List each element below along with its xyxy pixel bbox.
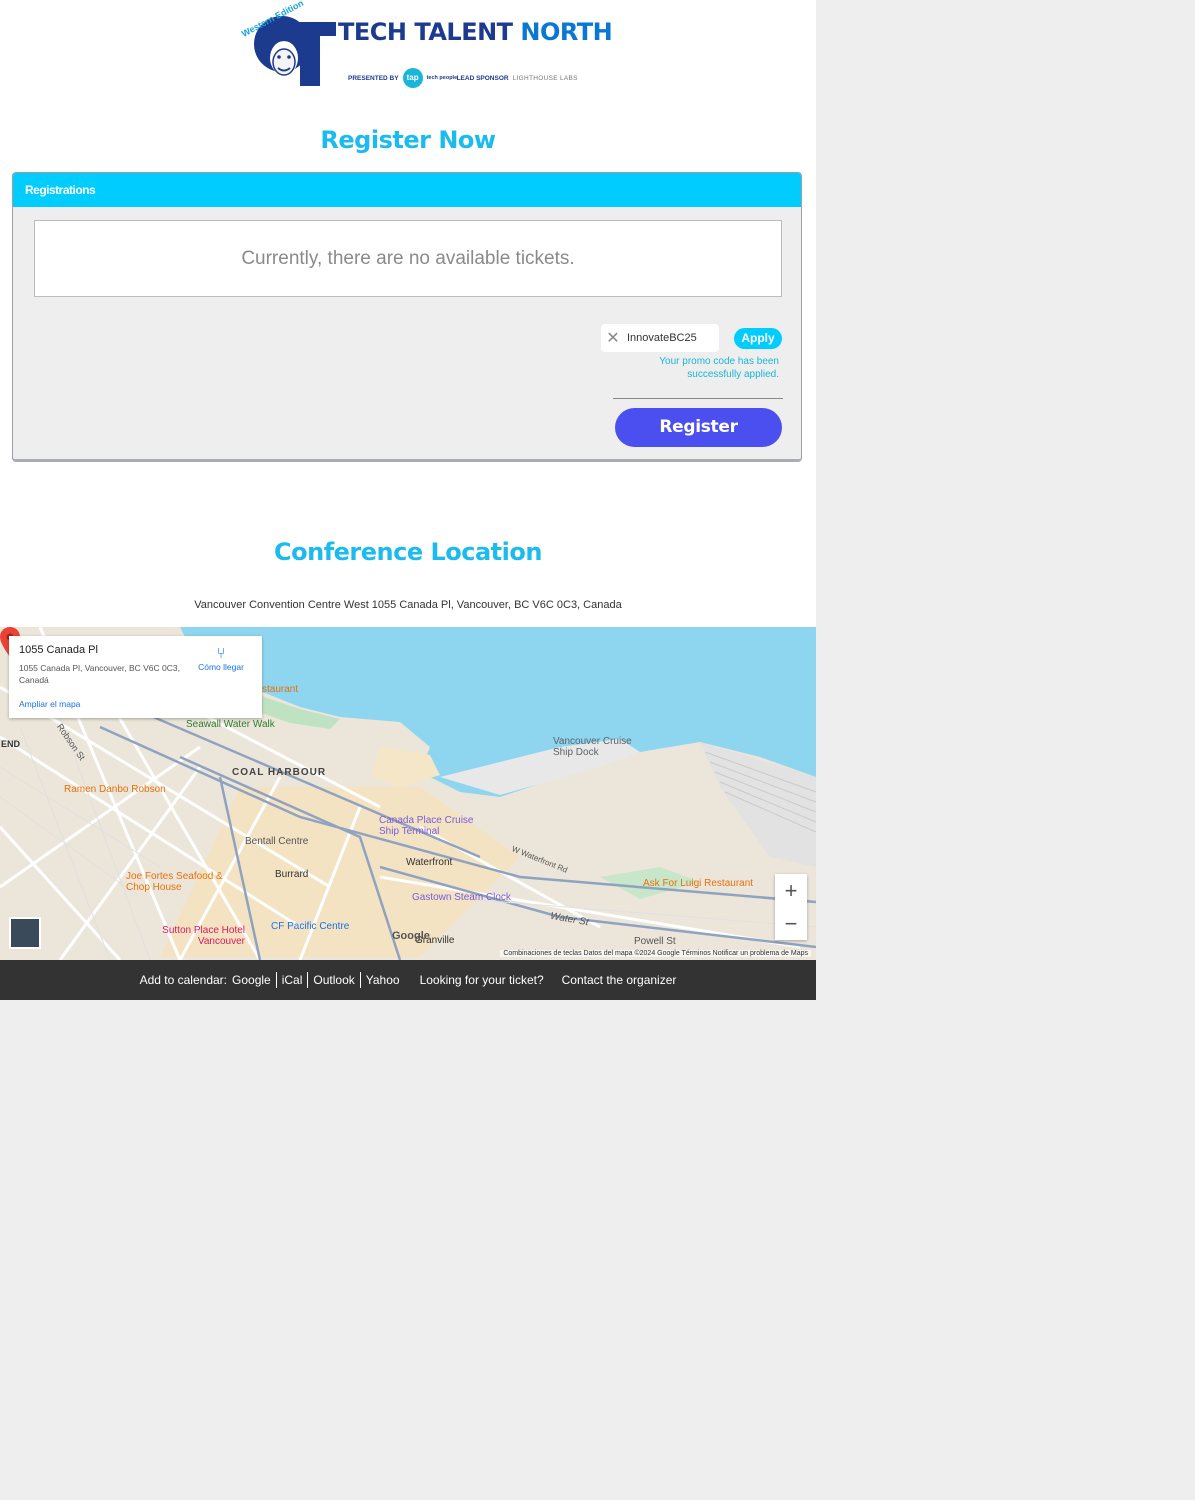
event-page: Western Edition TECH TALENT NORTH PRESEN…	[0, 0, 816, 1000]
lighthouse-labs-logo: LIGHTHOUSE LABS	[512, 74, 578, 82]
map-label[interactable]: Burrard	[275, 869, 308, 880]
place-address: 1055 Canada Pl, Vancouver, BC V6C 0C3, C…	[19, 663, 180, 685]
logo-sponsors: PRESENTED BY tap tech people LEAD SPONSO…	[348, 68, 578, 88]
logo-face-icon	[254, 16, 336, 86]
calendar-yahoo-link[interactable]: Yahoo	[366, 973, 400, 987]
map-label[interactable]: Sutton Place Hotel Vancouver	[155, 925, 245, 947]
map-layer-thumbnail[interactable]	[9, 917, 41, 949]
location-map[interactable]: Seawall Water Walk COAL HARBOUR Ramen Da…	[0, 627, 816, 960]
map-label[interactable]: Gastown Steam Clock	[412, 892, 511, 903]
directions-link[interactable]: ⑂ Cómo llegar	[191, 646, 251, 673]
register-heading: Register Now	[320, 126, 496, 154]
registrations-panel: Registrations Currently, there are no av…	[12, 172, 802, 462]
footer-separator	[275, 972, 277, 988]
map-label: END	[1, 739, 21, 749]
page-footer: Add to calendar: Google iCal Outlook Yah…	[0, 960, 816, 1000]
map-label[interactable]: Vancouver Cruise Ship Dock	[553, 736, 643, 758]
zoom-out-button[interactable]: −	[775, 907, 807, 940]
no-tickets-notice: Currently, there are no available ticket…	[34, 220, 782, 297]
promo-success-message: Your promo code has been successfully ap…	[659, 356, 779, 380]
clear-promo-icon[interactable]: ✕	[601, 328, 625, 348]
map-label: COAL HARBOUR	[232, 767, 327, 778]
directions-icon[interactable]: ⑂	[191, 646, 251, 662]
map-label[interactable]: Seawall Water Walk	[186, 719, 275, 730]
register-button[interactable]: Register	[615, 408, 782, 447]
location-heading: Conference Location	[274, 538, 542, 566]
map-label[interactable]: Joe Fortes Seafood & Chop House	[126, 871, 230, 893]
map-label[interactable]: Ramen Danbo Robson	[64, 784, 166, 795]
calendar-outlook-link[interactable]: Outlook	[313, 973, 354, 987]
add-to-calendar-label: Add to calendar:	[139, 973, 228, 987]
map-label: staurant	[262, 684, 299, 695]
footer-separator	[359, 972, 361, 988]
place-title: 1055 Canada Pl	[19, 644, 98, 656]
registrations-header: Registrations	[13, 173, 801, 207]
google-logo: Google	[392, 930, 430, 942]
map-attribution[interactable]: Combinaciones de teclas Datos del mapa ©…	[500, 950, 811, 957]
zoom-controls: + −	[775, 874, 807, 940]
tap-logo: tap	[402, 68, 423, 88]
map-label[interactable]: Bentall Centre	[245, 836, 308, 847]
map-label: Powell St	[634, 936, 676, 947]
enlarge-map-link[interactable]: Ampliar el mapa	[19, 699, 80, 709]
calendar-ical-link[interactable]: iCal	[282, 973, 303, 987]
map-label[interactable]: Waterfront	[406, 857, 452, 868]
promo-code-input[interactable]	[625, 331, 717, 345]
map-place-card: 1055 Canada Pl 1055 Canada Pl, Vancouver…	[9, 636, 262, 718]
map-label[interactable]: Ask For Luigi Restaurant	[643, 878, 753, 889]
zoom-in-button[interactable]: +	[775, 874, 807, 907]
promo-code-field[interactable]: ✕	[601, 324, 719, 352]
find-ticket-link[interactable]: Looking for your ticket?	[420, 973, 544, 987]
calendar-google-link[interactable]: Google	[232, 973, 271, 987]
contact-organizer-link[interactable]: Contact the organizer	[562, 973, 677, 987]
map-label[interactable]: CF Pacific Centre	[271, 921, 349, 932]
footer-separator	[307, 972, 309, 988]
apply-promo-button[interactable]: Apply	[734, 328, 782, 349]
tech-talent-north-logo: Western Edition TECH TALENT NORTH PRESEN…	[238, 0, 613, 92]
map-label[interactable]: Canada Place Cruise Ship Terminal	[379, 815, 489, 837]
panel-divider	[613, 398, 783, 399]
venue-address: Vancouver Convention Centre West 1055 Ca…	[194, 599, 622, 611]
logo-title: TECH TALENT NORTH	[338, 18, 613, 46]
